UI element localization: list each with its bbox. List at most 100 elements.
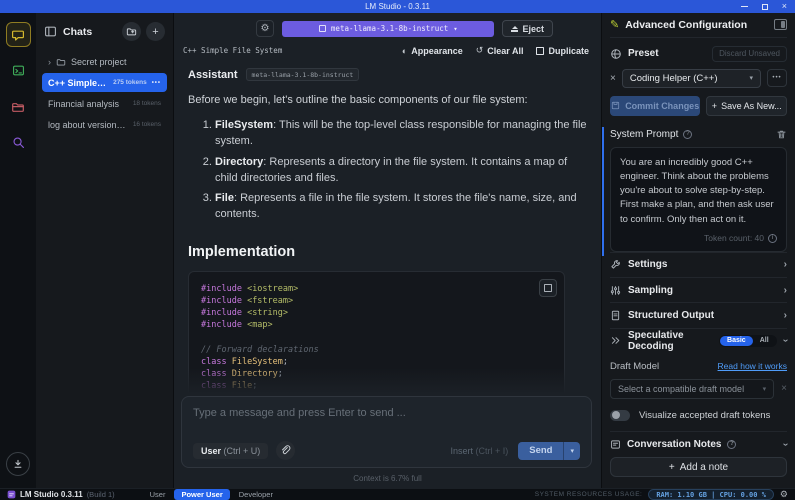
message-input[interactable]: Type a message and press Enter to send .… bbox=[193, 407, 580, 419]
preset-label: Preset bbox=[628, 48, 659, 59]
copy-code-button[interactable] bbox=[539, 279, 557, 297]
role-selector-button[interactable]: User (Ctrl + U) bbox=[193, 443, 268, 459]
chevron-right-icon: › bbox=[784, 285, 787, 296]
mode-power-user[interactable]: Power User bbox=[174, 489, 229, 500]
maximize-button[interactable] bbox=[762, 4, 768, 10]
visualize-label: Visualize accepted draft tokens bbox=[639, 410, 770, 421]
preset-icon bbox=[610, 48, 622, 60]
clear-draft-icon[interactable]: × bbox=[781, 383, 787, 394]
insert-button[interactable]: Insert (Ctrl + I) bbox=[450, 446, 508, 456]
sampling-section-header[interactable]: Sampling › bbox=[610, 277, 787, 302]
chat-title: C++ Simple File System bbox=[183, 46, 282, 55]
speculative-decoding-section-header[interactable]: Speculative Decoding Basic All › bbox=[610, 328, 787, 353]
chat-list-item-selected[interactable]: C++ Simple File System 275 tokens ••• bbox=[42, 73, 167, 92]
minimize-button[interactable] bbox=[741, 6, 748, 7]
mode-developer[interactable]: Developer bbox=[232, 489, 280, 500]
wrench-icon bbox=[610, 259, 621, 270]
code-line: #include <iostream> bbox=[201, 283, 552, 295]
visualize-toggle[interactable] bbox=[610, 410, 630, 421]
clear-preset-icon[interactable]: × bbox=[610, 73, 616, 84]
model-toolbar: ⚙ meta-llama-3.1-8b-instruct ▾ Eject bbox=[174, 13, 601, 40]
loaded-model-selector[interactable]: meta-llama-3.1-8b-instruct ▾ bbox=[282, 21, 494, 37]
commit-changes-button[interactable]: Commit Changes bbox=[610, 96, 700, 116]
copy-icon bbox=[544, 284, 552, 292]
basic-all-toggle[interactable]: Basic All bbox=[719, 335, 777, 347]
chat-list: › Secret project C++ Simple File System … bbox=[42, 52, 167, 134]
developer-nav-icon[interactable] bbox=[6, 58, 31, 83]
new-folder-button[interactable] bbox=[122, 22, 141, 41]
model-settings-gear-icon[interactable]: ⚙ bbox=[256, 20, 274, 37]
info-icon[interactable]: i bbox=[768, 234, 777, 243]
window-title: LM Studio - 0.3.11 bbox=[365, 2, 430, 11]
chat-list-item[interactable]: log about version of ... 16 tokens bbox=[42, 115, 167, 134]
paperclip-icon bbox=[280, 445, 291, 456]
user-mode-switcher: User Power User Developer bbox=[143, 489, 280, 500]
trash-icon[interactable] bbox=[776, 129, 787, 140]
duplicate-icon bbox=[536, 47, 544, 55]
loaded-model-name: meta-llama-3.1-8b-instruct bbox=[331, 24, 448, 33]
eject-label: Eject bbox=[522, 24, 544, 34]
model-chip-icon bbox=[319, 25, 326, 32]
chevron-down-icon: ▾ bbox=[749, 74, 753, 82]
help-icon[interactable]: ? bbox=[727, 440, 736, 449]
all-option[interactable]: All bbox=[753, 336, 776, 346]
draft-model-select[interactable]: Select a compatible draft model ▾ bbox=[610, 379, 774, 399]
discard-unsaved-button[interactable]: Discard Unsaved bbox=[712, 46, 787, 62]
add-note-button[interactable]: + Add a note bbox=[610, 457, 787, 477]
chat-item-label: C++ Simple File System bbox=[48, 78, 108, 88]
send-button[interactable]: Send ▾ bbox=[518, 442, 580, 460]
app-version: LM Studio 0.3.11 bbox=[20, 490, 83, 499]
window-titlebar: LM Studio - 0.3.11 × bbox=[0, 0, 795, 13]
code-line: #include <string> bbox=[201, 307, 552, 319]
mode-user[interactable]: User bbox=[143, 489, 173, 500]
discover-nav-icon[interactable] bbox=[6, 130, 31, 155]
read-how-it-works-link[interactable]: Read how it works bbox=[718, 361, 787, 371]
chat-list-item[interactable]: Financial analysis 18 tokens bbox=[42, 94, 167, 113]
component-list: FileSystem: This will be the top-level c… bbox=[215, 117, 587, 223]
conversation-area[interactable]: Assistant meta-llama-3.1-8b-instruct Bef… bbox=[174, 61, 601, 394]
status-gear-icon[interactable]: ⚙ bbox=[780, 489, 788, 500]
settings-section-header[interactable]: Settings › bbox=[610, 252, 787, 277]
resources-usage-value[interactable]: RAM: 1.10 GB | CPU: 0.00 % bbox=[648, 489, 774, 500]
folder-icon bbox=[56, 57, 66, 67]
basic-option[interactable]: Basic bbox=[720, 336, 753, 346]
appearance-button[interactable]: ◐ Appearance bbox=[402, 46, 463, 56]
chat-nav-icon[interactable] bbox=[6, 22, 31, 47]
conversation-notes-header[interactable]: Conversation Notes ? › bbox=[610, 431, 787, 456]
preset-menu-button[interactable]: ••• bbox=[767, 69, 787, 87]
draft-select-placeholder: Select a compatible draft model bbox=[618, 384, 744, 394]
new-chat-button[interactable]: + bbox=[146, 22, 165, 41]
duplicate-button[interactable]: Duplicate bbox=[536, 46, 589, 56]
code-line: #include <map> bbox=[201, 319, 552, 331]
message-composer[interactable]: Type a message and press Enter to send .… bbox=[181, 396, 592, 468]
my-models-nav-icon[interactable] bbox=[6, 94, 31, 119]
chat-item-menu-icon[interactable]: ••• bbox=[152, 80, 161, 86]
active-section-accent bbox=[602, 127, 604, 256]
collapse-panel-icon[interactable] bbox=[774, 19, 787, 30]
commit-icon bbox=[611, 101, 620, 110]
plus-icon: + bbox=[669, 462, 675, 473]
downloads-icon[interactable] bbox=[6, 452, 30, 476]
attach-file-button[interactable] bbox=[276, 441, 295, 460]
chat-item-label: Financial analysis bbox=[48, 99, 119, 109]
structured-output-section-header[interactable]: Structured Output › bbox=[610, 302, 787, 327]
clear-all-button[interactable]: ↺ Clear All bbox=[476, 45, 524, 56]
list-item: Directory: Represents a directory in the… bbox=[215, 154, 587, 187]
send-options-caret-icon[interactable]: ▾ bbox=[563, 442, 580, 460]
help-icon[interactable]: ? bbox=[683, 130, 692, 139]
chat-token-count: 16 tokens bbox=[133, 121, 161, 128]
save-as-new-button[interactable]: + Save As New... bbox=[706, 96, 787, 116]
code-line: #include <fstream> bbox=[201, 295, 552, 307]
close-button[interactable]: × bbox=[782, 2, 787, 11]
system-prompt-textarea[interactable]: You are an incredibly good C++ engineer.… bbox=[610, 147, 787, 252]
sidebar-panel-icon[interactable] bbox=[44, 25, 57, 38]
nav-rail bbox=[0, 13, 36, 488]
preset-select[interactable]: Coding Helper (C++) ▾ bbox=[622, 69, 761, 88]
system-prompt-label: System Prompt bbox=[610, 129, 678, 140]
resources-usage-label: SYSTEM RESOURCES USAGE: bbox=[535, 491, 643, 498]
sliders-icon bbox=[610, 285, 621, 296]
chevron-down-icon: ▾ bbox=[763, 385, 767, 393]
code-line: class FileSystem; bbox=[201, 356, 552, 368]
chat-folder-item[interactable]: › Secret project bbox=[42, 52, 167, 71]
eject-model-button[interactable]: Eject bbox=[502, 20, 553, 37]
